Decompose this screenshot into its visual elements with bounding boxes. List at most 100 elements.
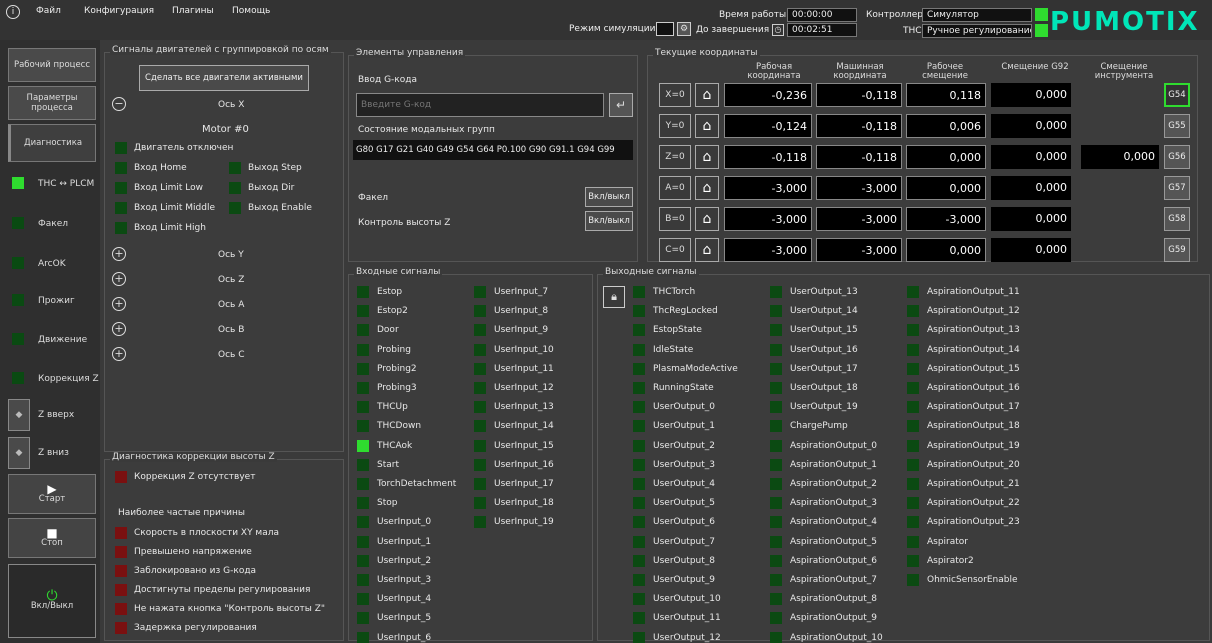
zctrl-toggle-button[interactable]: Вкл/выкл (585, 211, 633, 231)
power-button[interactable]: ⏻ Вкл/Выкл (8, 564, 96, 638)
signal-led (357, 362, 369, 375)
coord-system-button[interactable]: G56 (1164, 145, 1190, 169)
signal-led (770, 420, 782, 433)
home-in-label: Вход Home (134, 163, 187, 173)
signal-led (907, 478, 919, 490)
lock-icon[interactable]: 🔒︎ (603, 286, 625, 308)
home-icon[interactable]: ⌂ (695, 176, 719, 200)
home-icon[interactable]: ⌂ (695, 83, 719, 107)
to-finish-value: 00:02:51 (787, 23, 857, 37)
sidebar-item-workflow[interactable]: Рабочий процесс (8, 48, 96, 82)
motor0-label: Motor #0 (202, 124, 249, 135)
coord-system-button[interactable]: G55 (1164, 114, 1190, 138)
coord-system-button[interactable]: G54 (1164, 83, 1190, 107)
zctrl-label: Контроль высоты Z (358, 218, 451, 228)
signal-label: AspirationOutput_12 (927, 306, 1020, 317)
signal-led (633, 612, 645, 625)
signal-led (907, 535, 919, 548)
modal-state-value: G80 G17 G21 G40 G49 G54 G64 P0.100 G90 G… (353, 140, 633, 160)
play-icon: ▶ (47, 482, 57, 496)
start-button[interactable]: ▶ Старт (8, 474, 96, 514)
signal-led (633, 478, 645, 490)
work-coord-value: -0,236 (724, 83, 812, 107)
home-icon[interactable]: ⌂ (695, 145, 719, 169)
menu-help[interactable]: Помощь (232, 6, 270, 16)
home-icon[interactable]: ⌂ (695, 114, 719, 138)
signal-label: AspirationOutput_4 (790, 517, 878, 528)
home-icon[interactable]: ⌂ (695, 207, 719, 231)
signal-led (633, 420, 645, 433)
signal-label: UserOutput_10 (653, 594, 721, 605)
signal-led (770, 631, 782, 643)
expand-c-icon[interactable]: + (112, 347, 126, 361)
torch-toggle-button[interactable]: Вкл/выкл (585, 187, 633, 207)
controller-label: Контроллер (866, 10, 923, 20)
signal-led (770, 343, 782, 356)
offset-value: 0,118 (906, 83, 986, 107)
gcode-input[interactable] (356, 93, 604, 117)
z-down-arrow-icon[interactable]: ◆ (8, 437, 30, 469)
cause-label: Превышено напряжение (134, 547, 252, 557)
power-icon: ⏻ (46, 588, 58, 604)
signal-label: UserInput_13 (494, 402, 554, 413)
signal-led (357, 497, 369, 510)
signal-led (907, 382, 919, 394)
signal-led (770, 305, 782, 318)
signal-led (357, 401, 369, 414)
signal-label: ChargePump (790, 421, 848, 432)
settings-gear-icon[interactable]: ⚙ (677, 22, 691, 36)
expand-y-icon[interactable]: + (112, 247, 126, 261)
menu-file[interactable]: Файл (36, 6, 61, 16)
zero-axis-button[interactable]: Z=0 (659, 145, 691, 169)
enter-icon[interactable]: ↵ (609, 93, 633, 117)
pierce-led (12, 294, 24, 306)
expand-b-icon[interactable]: + (112, 322, 126, 336)
coord-system-button[interactable]: G59 (1164, 238, 1190, 262)
signal-label: UserOutput_6 (653, 517, 716, 528)
motor-signals-title: Сигналы двигателей с группировкой по ося… (110, 45, 331, 55)
info-icon[interactable]: i (6, 5, 20, 19)
machine-coord-value: -3,000 (816, 238, 902, 262)
signal-led (633, 458, 645, 471)
work-coord-value: -0,118 (724, 145, 812, 169)
zero-axis-button[interactable]: B=0 (659, 207, 691, 231)
activate-motors-button[interactable]: Сделать все двигатели активными (139, 65, 309, 91)
thc-status-led (1035, 24, 1048, 37)
cause-label: Скорость в плоскости XY мала (134, 528, 279, 538)
signal-label: UserOutput_1 (653, 421, 716, 432)
sidebar-item-params[interactable]: Параметры процесса (8, 86, 96, 120)
signal-led (770, 458, 782, 471)
signal-led (770, 401, 782, 414)
signal-led (907, 420, 919, 433)
signal-led (907, 439, 919, 452)
home-icon[interactable]: ⌂ (695, 238, 719, 262)
coord-system-button[interactable]: G58 (1164, 207, 1190, 231)
signal-led (770, 516, 782, 529)
motion-label: Движение (38, 335, 88, 345)
sidebar-item-diagnostics[interactable]: Диагностика (8, 124, 96, 162)
limit-low-led (115, 182, 127, 194)
menu-plugins[interactable]: Плагины (172, 6, 214, 16)
zero-axis-button[interactable]: Y=0 (659, 114, 691, 138)
signal-label: AspirationOutput_6 (790, 555, 878, 566)
z-up-arrow-icon[interactable]: ◆ (8, 399, 30, 431)
signal-label: UserInput_12 (494, 383, 554, 393)
expand-z-icon[interactable]: + (112, 272, 126, 286)
signal-label: UserOutput_12 (653, 632, 721, 643)
collapse-x-icon[interactable]: − (112, 97, 126, 111)
gcode-label: Ввод G-кода (358, 75, 417, 85)
stop-button[interactable]: ■ Стоп (8, 518, 96, 558)
zero-axis-button[interactable]: A=0 (659, 176, 691, 200)
expand-a-icon[interactable]: + (112, 297, 126, 311)
signal-label: UserOutput_8 (653, 555, 716, 566)
coord-system-button[interactable]: G57 (1164, 176, 1190, 200)
signal-label: ThcRegLocked (653, 306, 718, 317)
zero-axis-button[interactable]: C=0 (659, 238, 691, 262)
sim-mode-toggle[interactable] (656, 22, 674, 36)
zero-axis-button[interactable]: X=0 (659, 83, 691, 107)
work-coord-value: -3,000 (724, 207, 812, 231)
menu-config[interactable]: Конфигурация (84, 6, 154, 16)
signal-label: UserInput_7 (494, 287, 549, 297)
signal-label: UserInput_10 (494, 344, 554, 355)
work-time-value: 00:00:00 (787, 8, 857, 22)
